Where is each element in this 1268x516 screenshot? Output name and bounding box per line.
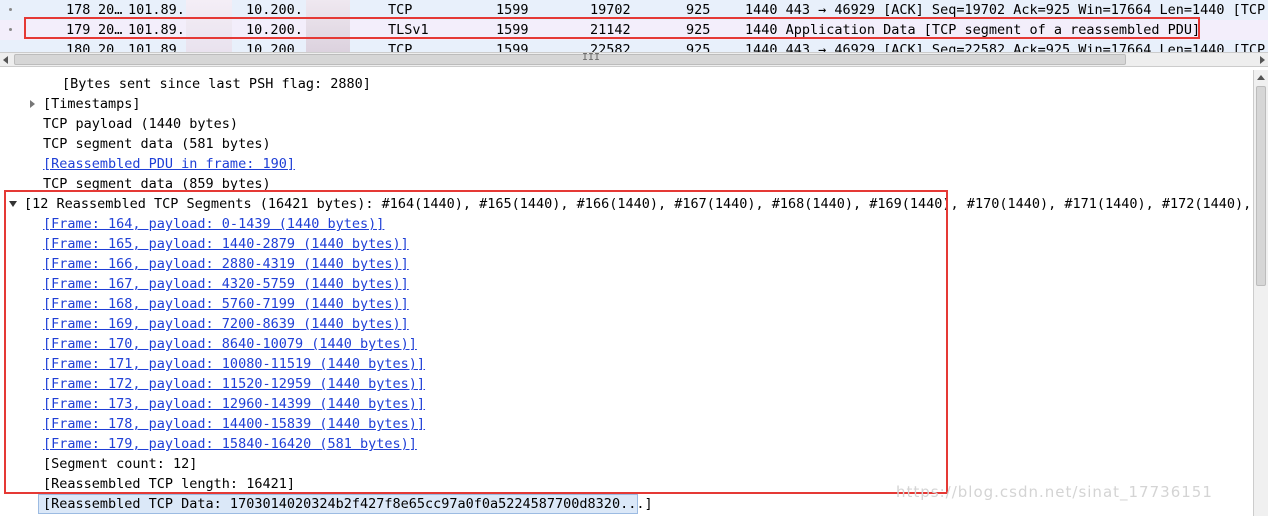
horizontal-scrollbar[interactable]: III	[0, 52, 1268, 67]
row-gutter-marker	[9, 28, 12, 31]
detail-reassembled-pdu-link[interactable]: [Reassembled PDU in frame: 190]	[43, 154, 295, 174]
packet-column-ack: 925	[686, 42, 711, 52]
watermark: https://blog.csdn.net/sinat_17736151	[896, 483, 1213, 501]
highlight-box-packet	[24, 17, 1200, 39]
packet-column-seq: 22582	[590, 42, 631, 52]
packet-source: 101.89.	[128, 42, 185, 52]
scroll-thumb[interactable]: III	[14, 52, 1126, 65]
scroll-thumb[interactable]	[1256, 86, 1266, 286]
vertical-scrollbar[interactable]	[1253, 70, 1268, 516]
packet-list: 178 20… 101.89. 10.200. TCP 1599 19702 9…	[0, 0, 1268, 52]
detail-reassembled-data[interactable]: [Reassembled TCP Data: 1703014020324b2f4…	[43, 494, 653, 514]
packet-destination: 10.200.	[246, 42, 303, 52]
detail-bytes-since-psh[interactable]: [Bytes sent since last PSH flag: 2880]	[62, 74, 371, 94]
packet-protocol: TCP	[388, 42, 413, 52]
highlight-box-segments	[4, 190, 948, 494]
packet-number: 180	[66, 42, 91, 52]
scroll-right-arrow-icon[interactable]	[1260, 56, 1265, 64]
detail-segment-data-1[interactable]: TCP segment data (581 bytes)	[43, 134, 271, 154]
row-gutter-marker	[9, 8, 12, 11]
packet-length: 1599	[496, 42, 529, 52]
scroll-grip-icon: III	[582, 52, 601, 63]
expand-right-icon[interactable]	[30, 100, 35, 108]
scroll-up-arrow-icon[interactable]	[1257, 75, 1265, 80]
packet-time: 20…	[98, 42, 123, 52]
detail-tcp-payload[interactable]: TCP payload (1440 bytes)	[43, 114, 238, 134]
detail-timestamps[interactable]: [Timestamps]	[43, 94, 141, 114]
packet-info: 1440 443 → 46929 [ACK] Seq=22582 Ack=925…	[745, 42, 1268, 52]
scroll-left-arrow-icon[interactable]	[3, 56, 8, 64]
packet-details-tree: [Bytes sent since last PSH flag: 2880] […	[0, 70, 1268, 516]
